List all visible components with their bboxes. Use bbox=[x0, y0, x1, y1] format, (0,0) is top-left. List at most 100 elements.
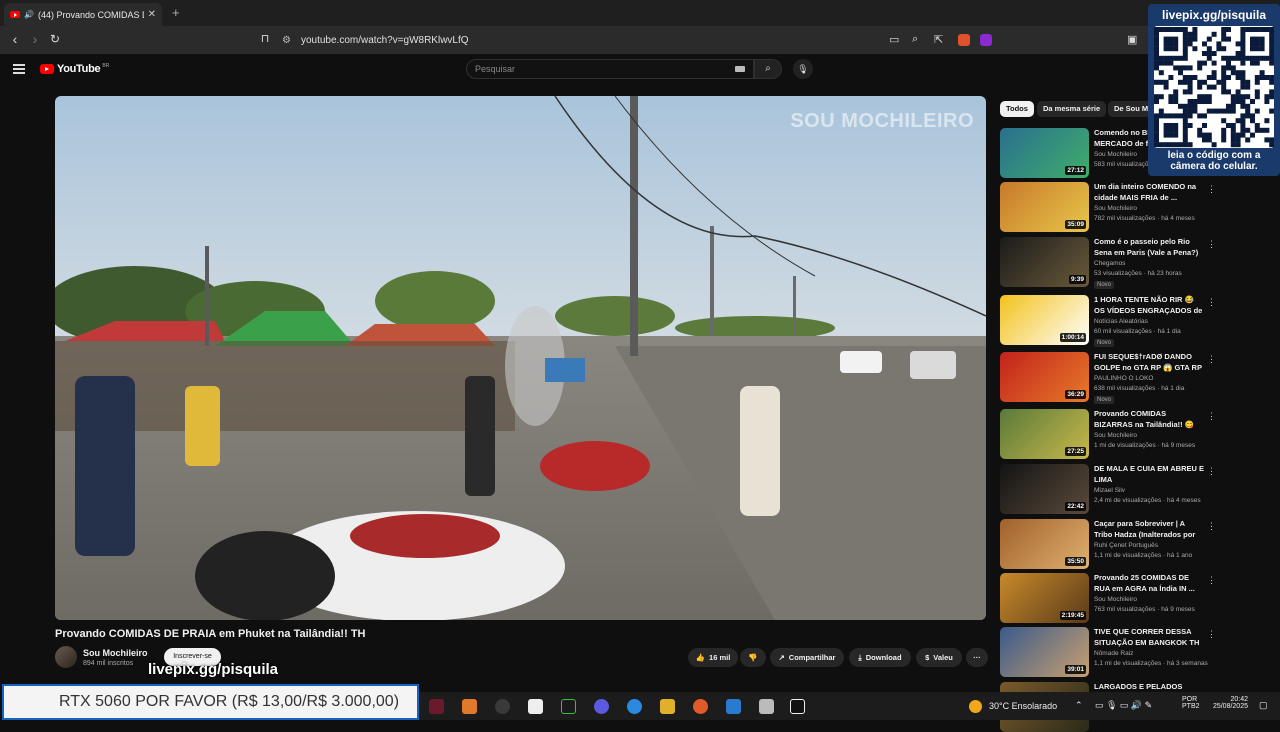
speaker-icon[interactable]: 🔊 bbox=[24, 10, 34, 19]
microphone-icon[interactable]: 🎙 bbox=[793, 59, 813, 79]
recommendation-item[interactable]: 2:19:45 Provando 25 COMIDAS DE RUA em AGR… bbox=[1000, 573, 1220, 625]
notification-icon[interactable]: ▢ bbox=[1259, 700, 1268, 711]
file-explorer-icon[interactable] bbox=[660, 699, 675, 714]
weather-text[interactable]: 30°C Ensolarado bbox=[989, 701, 1057, 711]
recommendation-channel[interactable]: PAULINHO O LOKO bbox=[1094, 375, 1153, 382]
more-options-icon[interactable]: ⋮ bbox=[1207, 411, 1216, 422]
recommendation-item[interactable]: 35:09 Um dia inteiro COMENDO na cidade MA… bbox=[1000, 182, 1220, 234]
reload-icon[interactable]: ↻ bbox=[46, 32, 64, 46]
recommendation-item[interactable]: 27:25 Provando COMIDAS BIZARRAS na Tailân… bbox=[1000, 409, 1220, 461]
video-thumbnail[interactable]: 35:50 bbox=[1000, 519, 1089, 569]
back-icon[interactable]: ‹ bbox=[6, 31, 24, 47]
recommendation-channel[interactable]: Sou Mochileiro bbox=[1094, 432, 1137, 439]
video-thumbnail[interactable]: 27:25 bbox=[1000, 409, 1089, 459]
keyboard-icon[interactable] bbox=[735, 66, 745, 72]
recommendation-title[interactable]: LARGADOS E PELADOS bbox=[1094, 682, 1204, 693]
recommendation-title[interactable]: 1 HORA TENTE NÃO RIR 😂 OS VÍDEOS ENGRAÇA… bbox=[1094, 295, 1204, 317]
recommendation-channel[interactable]: Sou Mochileiro bbox=[1094, 205, 1137, 212]
new-tab-button[interactable]: + bbox=[172, 5, 180, 20]
video-thumbnail[interactable]: 1:00:14 bbox=[1000, 295, 1089, 345]
channel-name[interactable]: Sou Mochileiro bbox=[83, 648, 148, 658]
cast-icon[interactable]: ▭ bbox=[889, 33, 899, 46]
recommendation-title[interactable]: FUI SEQUE$†rADØ DANDO GOLPE no GTA RP 😱 … bbox=[1094, 352, 1204, 374]
more-options-icon[interactable]: ⋮ bbox=[1207, 239, 1216, 250]
recommendation-item[interactable]: 39:01 TIVE QUE CORRER DESSA SITUAÇÃO EM B… bbox=[1000, 627, 1220, 679]
app-icon-5[interactable] bbox=[561, 699, 576, 714]
more-options-icon[interactable]: ⋮ bbox=[1207, 184, 1216, 195]
site-info-icon[interactable]: ⚙ bbox=[282, 35, 291, 46]
chevron-up-icon[interactable]: ⌃ bbox=[1075, 700, 1083, 711]
download-button[interactable]: ⤓ Download bbox=[849, 648, 911, 667]
channel-avatar[interactable] bbox=[55, 646, 77, 668]
more-options-icon[interactable]: ⋮ bbox=[1207, 521, 1216, 532]
recommendation-title[interactable]: DE MALA E CUIA EM ABREU E LIMA bbox=[1094, 464, 1204, 485]
recommendation-title[interactable]: Provando COMIDAS BIZARRAS na Tailândia!!… bbox=[1094, 409, 1204, 431]
recommendation-title[interactable]: Um dia inteiro COMENDO na cidade MAIS FR… bbox=[1094, 182, 1204, 203]
recommendation-title[interactable]: Como é o passeio pelo Rio Sena em Paris … bbox=[1094, 237, 1204, 258]
discord-icon[interactable] bbox=[594, 699, 609, 714]
app-icon-2[interactable] bbox=[462, 699, 477, 714]
video-thumbnail[interactable]: 35:09 bbox=[1000, 182, 1089, 232]
recommendation-title[interactable]: TIVE QUE CORRER DESSA SITUAÇÃO EM BANGKO… bbox=[1094, 627, 1204, 648]
recommendation-item[interactable]: 36:29 FUI SEQUE$†rADØ DANDO GOLPE no GTA … bbox=[1000, 352, 1220, 404]
more-actions-button[interactable]: ··· bbox=[966, 648, 988, 667]
like-button[interactable]: 👍 16 mil bbox=[688, 648, 738, 667]
recommendation-channel[interactable]: Ruhi Çenet Português bbox=[1094, 542, 1158, 549]
chip-all[interactable]: Todos bbox=[1000, 101, 1034, 117]
menu-icon[interactable] bbox=[13, 64, 25, 74]
youtube-logo[interactable]: YouTube BR bbox=[40, 63, 109, 75]
recommendation-title[interactable]: Provando 25 COMIDAS DE RUA em AGRA na Ín… bbox=[1094, 573, 1204, 594]
capcut-icon[interactable] bbox=[790, 699, 805, 714]
brave-shield-icon[interactable] bbox=[958, 34, 970, 46]
video-thumbnail[interactable]: 39:01 bbox=[1000, 627, 1089, 677]
recommendation-title[interactable]: Caçar para Sobreviver | A Tribo Hadza (I… bbox=[1094, 519, 1204, 541]
forward-icon[interactable]: › bbox=[26, 31, 44, 47]
close-tab-icon[interactable]: ✕ bbox=[148, 9, 156, 20]
recommendation-channel[interactable]: Chegamos bbox=[1094, 260, 1125, 267]
app-icon-11[interactable] bbox=[759, 699, 774, 714]
recommendation-channel[interactable]: Sou Mochileiro bbox=[1094, 151, 1137, 158]
app-icon-1[interactable] bbox=[429, 699, 444, 714]
video-thumbnail[interactable]: 27:12 bbox=[1000, 128, 1089, 178]
video-thumbnail[interactable]: 36:29 bbox=[1000, 352, 1089, 402]
recommendation-channel[interactable]: Nômade Raiz bbox=[1094, 650, 1133, 657]
video-player[interactable]: SOU MOCHILEIRO bbox=[55, 96, 986, 620]
search-button[interactable]: ⌕ bbox=[754, 59, 782, 79]
video-thumbnail[interactable]: 22:42 bbox=[1000, 464, 1089, 514]
bookmark-icon[interactable]: ⊓ bbox=[256, 32, 274, 45]
more-options-icon[interactable]: ⋮ bbox=[1207, 575, 1216, 586]
more-options-icon[interactable]: ⋮ bbox=[1207, 354, 1216, 365]
address-bar[interactable]: ⚙ youtube.com/watch?v=gW8RKlwvLfQ bbox=[282, 29, 862, 51]
recommendation-item[interactable]: 22:42 DE MALA E CUIA EM ABREU E LIMA Mizae… bbox=[1000, 464, 1220, 516]
language-indicator[interactable]: POR PTB2 bbox=[1182, 696, 1200, 710]
obs-icon[interactable] bbox=[495, 699, 510, 714]
recommendation-item[interactable]: 35:50 Caçar para Sobreviver | A Tribo Had… bbox=[1000, 519, 1220, 571]
search-input[interactable]: Pesquisar bbox=[466, 59, 754, 79]
chip-same-series[interactable]: Da mesma série bbox=[1037, 101, 1107, 117]
recommendation-channel[interactable]: Sou Mochileiro bbox=[1094, 596, 1137, 603]
brave-rewards-icon[interactable] bbox=[980, 34, 992, 46]
video-thumbnail[interactable]: 9:39 bbox=[1000, 237, 1089, 287]
zoom-icon[interactable]: ⌕ bbox=[912, 33, 918, 46]
more-options-icon[interactable]: ⋮ bbox=[1207, 297, 1216, 308]
recommendation-channel[interactable]: Notícias Aleatórias bbox=[1094, 318, 1148, 325]
clock[interactable]: 20:42 25/08/2025 bbox=[1208, 696, 1248, 710]
recommendation-item[interactable]: 9:39 Como é o passeio pelo Rio Sena em Pa… bbox=[1000, 237, 1220, 289]
sidebar-icon[interactable]: ▣ bbox=[1127, 33, 1137, 46]
app-icon-10[interactable] bbox=[726, 699, 741, 714]
recommendation-item[interactable]: 1:00:14 1 HORA TENTE NÃO RIR 😂 OS VÍDEOS … bbox=[1000, 295, 1220, 347]
browser-tab[interactable]: 🔊 (44) Provando COMIDAS DE P ✕ bbox=[4, 3, 162, 26]
share-icon[interactable]: ⇱ bbox=[934, 33, 943, 46]
edge-icon[interactable] bbox=[627, 699, 642, 714]
video-thumbnail[interactable]: 2:19:45 bbox=[1000, 573, 1089, 623]
brave-icon[interactable] bbox=[693, 699, 708, 714]
thanks-button[interactable]: $ Valeu bbox=[916, 648, 962, 667]
tray-icons[interactable]: ▭ 🎙 ▭ 🔊 ✎ bbox=[1095, 700, 1152, 711]
recommendation-item[interactable]: LARGADOS E PELADOS bbox=[1000, 682, 1220, 732]
more-options-icon[interactable]: ⋮ bbox=[1207, 629, 1216, 640]
app-icon-4[interactable] bbox=[528, 699, 543, 714]
dislike-button[interactable]: 👎 bbox=[740, 648, 766, 667]
more-options-icon[interactable]: ⋮ bbox=[1207, 466, 1216, 477]
recommendation-channel[interactable]: Mizael Silv bbox=[1094, 487, 1125, 494]
share-button[interactable]: ↗ Compartilhar bbox=[770, 648, 844, 667]
